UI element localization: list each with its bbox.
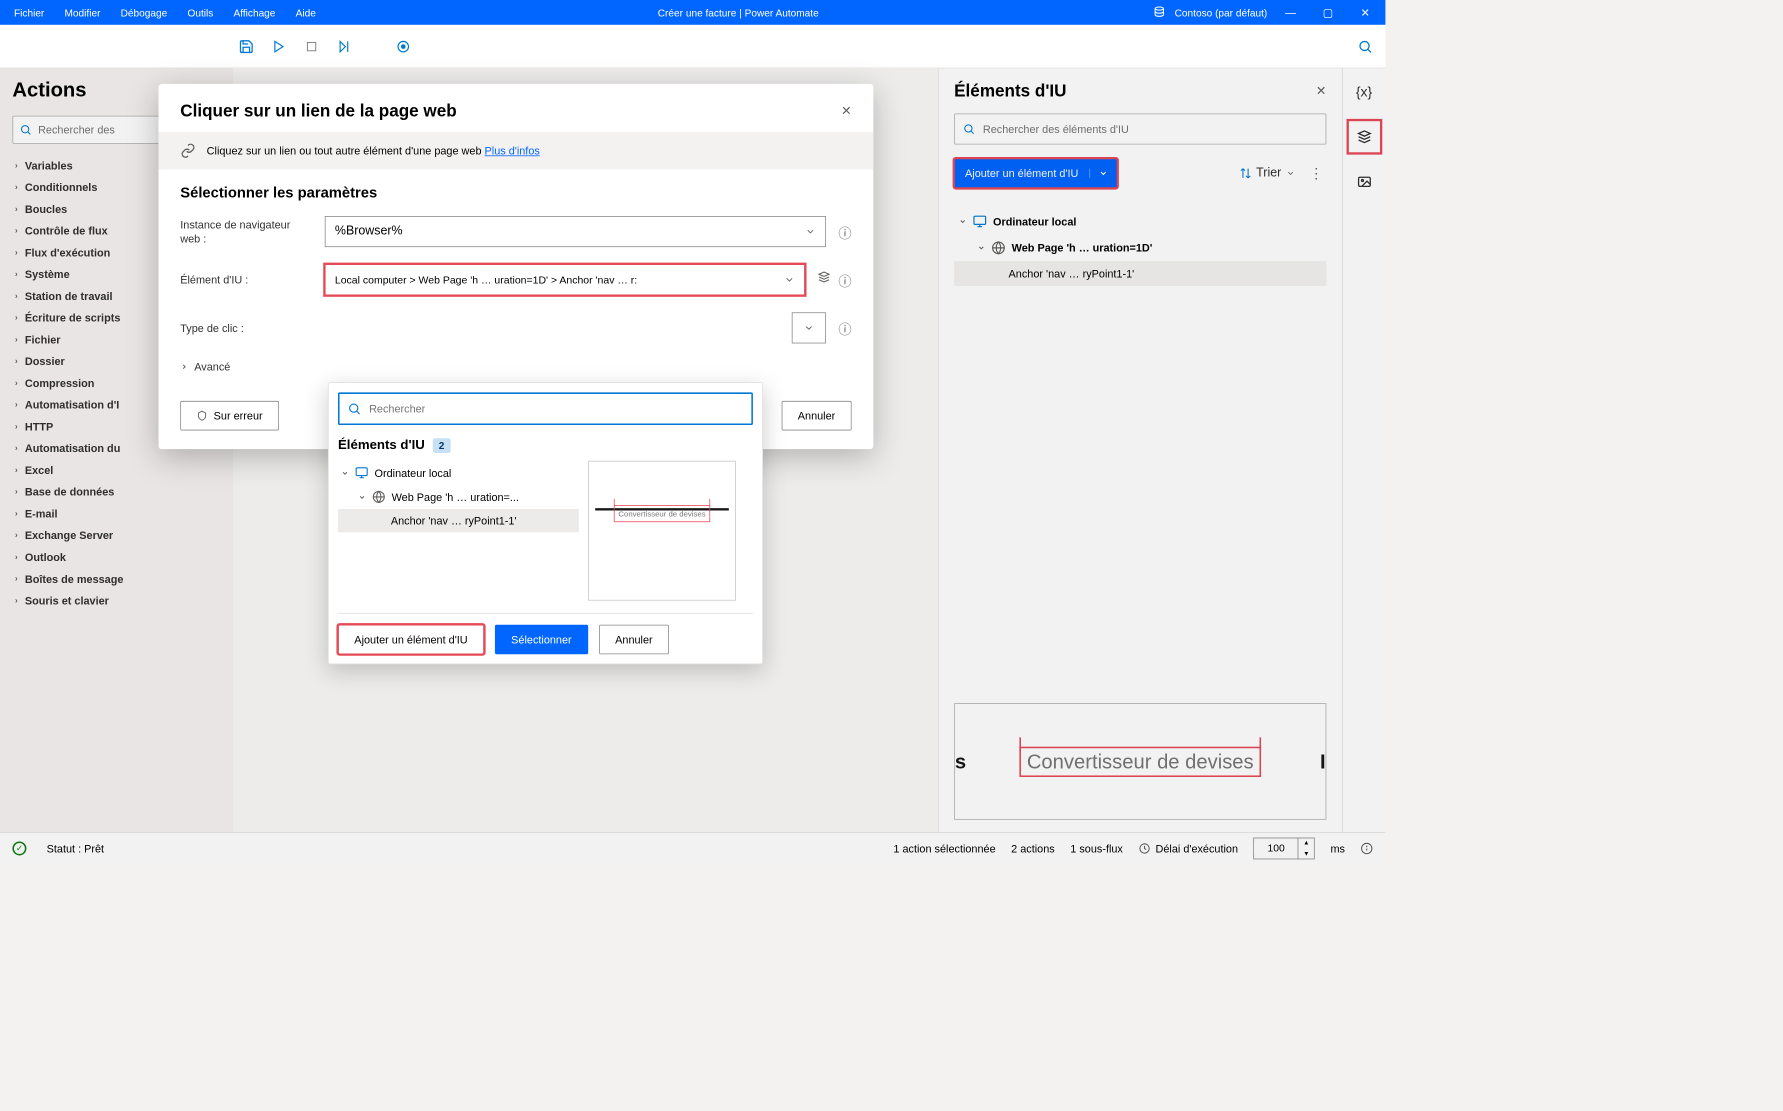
chevron-down-icon [803,322,814,333]
popover-heading: Éléments d'IU [338,437,425,453]
popover-search-input[interactable] [369,402,744,414]
globe-icon [372,490,385,503]
window-title: Créer une facture | Power Automate [324,7,1153,19]
ui-element-picker-popover: Éléments d'IU 2 Ordinateur local Web Pag… [328,382,763,664]
toolbar [0,25,1385,69]
maximize-button[interactable]: ▢ [1314,6,1342,19]
chevron-down-icon [341,469,349,477]
param-browser-dropdown[interactable]: %Browser% [325,216,826,247]
tree-label: Anchor 'nav … ryPoint1-1' [391,514,517,526]
on-error-label: Sur erreur [214,409,263,421]
title-bar: Fichier Modifier Débogage Outils Afficha… [0,0,1385,25]
popover-preview: Convertisseur de devises [588,461,736,601]
tree-node-webpage[interactable]: Web Page 'h … uration=... [338,485,579,509]
param-ui-value: Local computer > Web Page 'h … uration=1… [335,274,637,286]
on-error-button[interactable]: Sur erreur [180,401,279,431]
modal-section-label: Sélectionner les paramètres [180,185,851,202]
modal-title: Cliquer sur un lien de la page web [180,101,456,121]
param-click-dropdown[interactable] [792,312,826,343]
banner-text: Cliquez sur un lien ou tout autre élémen… [207,145,482,157]
advanced-toggle[interactable]: Avancé [180,361,851,373]
info-icon[interactable]: ⓘ [838,222,851,241]
modal-description-banner: Cliquez sur un lien ou tout autre élémen… [159,132,874,169]
param-ui-element-dropdown[interactable]: Local computer > Web Page 'h … uration=1… [325,264,805,295]
menu-view[interactable]: Affichage [226,3,283,21]
popover-count-badge: 2 [433,438,451,453]
chevron-down-icon [784,274,795,285]
tree-label: Web Page 'h … uration=... [392,491,519,503]
environment-icon [1153,5,1165,20]
info-icon[interactable]: ⓘ [838,318,851,337]
param-browser-label: Instance de navigateur web : [180,217,312,245]
param-click-label: Type de clic : [180,321,312,335]
shield-icon [197,409,208,421]
run-icon[interactable] [270,38,287,55]
tree-node-anchor[interactable]: Anchor 'nav … ryPoint1-1' [338,509,579,532]
popover-preview-text: Convertisseur de devises [615,509,708,521]
toolbar-search-icon[interactable] [1357,38,1373,54]
chevron-down-icon [358,493,366,501]
popover-tree: Ordinateur local Web Page 'h … uration=.… [338,461,579,601]
stop-icon[interactable] [303,38,320,55]
info-icon[interactable]: ⓘ [838,270,851,289]
environment-label[interactable]: Contoso (par défaut) [1175,7,1268,19]
popover-search[interactable] [338,392,753,425]
modal-cancel-button[interactable]: Annuler [781,401,851,431]
save-icon[interactable] [238,38,255,55]
popover-select-button[interactable]: Sélectionner [495,625,588,655]
chevron-down-icon [805,226,816,237]
more-info-link[interactable]: Plus d'infos [485,145,540,157]
monitor-icon [355,466,368,479]
minimize-button[interactable]: ― [1277,6,1305,18]
search-icon [347,402,361,416]
popover-add-ui-button[interactable]: Ajouter un élément d'IU [338,625,484,655]
close-window-button[interactable]: ✕ [1351,6,1379,19]
menu-debug[interactable]: Débogage [113,3,175,21]
tree-label: Ordinateur local [375,467,452,479]
menu-edit[interactable]: Modifier [57,3,108,21]
ui-elements-icon[interactable] [817,270,830,289]
advanced-label: Avancé [194,361,230,373]
menu-tools[interactable]: Outils [180,3,221,21]
step-icon[interactable] [336,38,353,55]
param-browser-value: %Browser% [335,225,403,239]
menu-file[interactable]: Fichier [6,3,52,21]
popover-cancel-button[interactable]: Annuler [599,625,669,655]
param-ui-label: Élément d'IU : [180,273,312,287]
main-menu: Fichier Modifier Débogage Outils Afficha… [6,3,323,21]
chevron-right-icon [180,363,188,371]
link-icon [180,143,196,159]
menu-help[interactable]: Aide [288,3,324,21]
tree-node-computer[interactable]: Ordinateur local [338,461,579,485]
modal-close-button[interactable]: ✕ [841,103,851,119]
record-icon[interactable] [396,39,410,53]
